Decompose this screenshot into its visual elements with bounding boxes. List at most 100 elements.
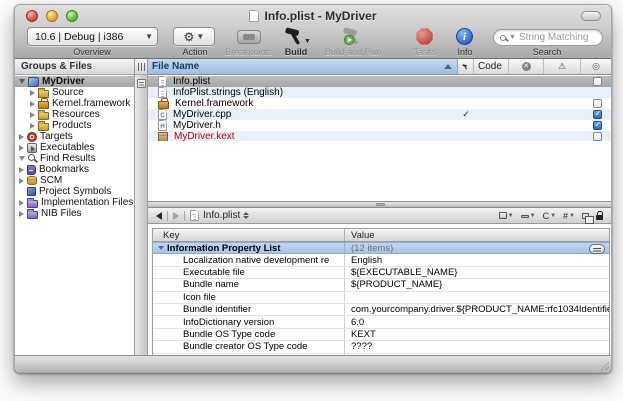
sidebar-item-find-results[interactable]: Find Results [15,153,134,164]
resize-grip[interactable] [598,359,609,370]
plist-row[interactable]: Executable file ${EXECUTABLE_NAME} [153,267,609,279]
column-toggle-icon[interactable] [138,63,145,71]
column-header-target[interactable]: ◎ [581,59,611,74]
sidebar-item-targets[interactable]: Targets [15,131,134,142]
sidebar-item-source[interactable]: Source [15,87,134,98]
disclosure-triangle-icon[interactable] [19,178,24,184]
sidebar-item-label: Products [52,120,91,131]
bookmarks-menu-button[interactable]: ▼ [499,212,514,219]
window-chrome: Info.plist - MyDriver 10.6 | Debug | i38… [15,5,611,59]
plist-value[interactable]: ???? [351,341,372,352]
minimize-button[interactable] [46,10,58,22]
breakpoints-icon[interactable] [237,30,261,44]
column-header-value[interactable]: Value [345,229,609,241]
plist-row-root[interactable]: Information Property List (12 items) [153,242,609,254]
column-header-code[interactable]: Code [474,59,509,74]
plist-value[interactable]: com.yourcompany.driver.${PRODUCT_NAME:rf… [351,304,609,315]
sidebar-item-resources[interactable]: Resources [15,109,134,120]
title-bar[interactable]: Info.plist - MyDriver [15,5,611,26]
file-row-infoplist-strings[interactable]: InfoPlist.strings (English) [148,87,611,98]
toolbar-toggle-pill[interactable] [581,11,601,21]
lock-icon[interactable] [596,215,603,220]
build-and-run-icon[interactable] [341,26,365,47]
file-row-mydriver-cpp[interactable]: MyDriver.cpp ✓ [148,109,611,120]
disclosure-triangle-icon[interactable] [158,246,164,250]
zoom-button[interactable] [66,10,78,22]
disclosure-triangle-icon[interactable] [19,156,25,161]
plist-row[interactable]: Bundle OS Type code KEXT [153,329,609,341]
detail-menu-icon[interactable] [137,79,146,88]
column-header-key[interactable]: Key [153,229,345,241]
target-checkbox[interactable] [593,132,602,141]
sidebar-item-label: NIB Files [41,208,82,219]
plist-row[interactable]: Localization native development re Engli… [153,254,609,266]
overview-select[interactable]: 10.6 | Debug | i386 ▼ [27,27,158,46]
info-icon[interactable]: i [456,28,473,45]
disclosure-triangle-icon[interactable] [19,134,24,140]
back-button[interactable] [156,212,162,220]
splitter-dimple [376,203,385,206]
sidebar-item-kernel-framework[interactable]: Kernel.framework [15,98,134,109]
disclosure-triangle-icon[interactable] [30,123,35,129]
counterpart-icon[interactable] [582,213,589,219]
document-proxy-icon[interactable] [249,10,259,22]
close-button[interactable] [26,10,38,22]
plist-row[interactable]: Bundle creator OS Type code ???? [153,341,609,353]
forward-button[interactable] [173,212,179,220]
editor-splitter[interactable] [148,201,611,208]
action-button[interactable]: ⚙ ▼ [173,27,215,46]
file-row-kernel-framework[interactable]: Kernel.framework [148,98,611,109]
disclosure-triangle-icon[interactable] [30,90,35,96]
target-membership-icon: ◎ [592,61,600,72]
sidebar-item-label: Kernel.framework [52,98,130,109]
column-header-errors[interactable]: ✕ [509,59,544,74]
plist-value[interactable]: ${EXECUTABLE_NAME} [351,267,457,278]
sidebar-item-products[interactable]: Products [15,120,134,131]
plist-value[interactable]: KEXT [351,329,376,340]
tasks-stop-icon[interactable] [416,28,433,45]
target-checkbox[interactable] [593,77,602,86]
plist-value[interactable]: 6.0 [351,317,364,328]
sidebar-item-label: Project Symbols [39,186,111,197]
plist-value[interactable]: English [351,255,382,266]
search-input[interactable]: ▼ String Matching [493,29,603,46]
sidebar-item-executables[interactable]: Executables [15,142,134,153]
chevron-down-icon: ▼ [304,38,311,45]
plist-row[interactable]: Bundle name ${PRODUCT_NAME} [153,279,609,291]
file-name: MyDriver.h [173,120,221,131]
sidebar-splitter[interactable] [134,59,148,355]
file-row-mydriver-h[interactable]: MyDriver.h [148,120,611,131]
row-action-button[interactable] [589,244,605,254]
disclosure-triangle-icon[interactable] [19,211,24,217]
column-header-build[interactable] [458,59,474,74]
hammer-icon [462,62,469,72]
plist-value[interactable]: ${PRODUCT_NAME} [351,279,442,290]
plist-row[interactable]: InfoDictionary version 6.0 [153,316,609,328]
sidebar-item-mydriver[interactable]: MyDriver [15,76,134,87]
sidebar-item-nib-files[interactable]: NIB Files [15,208,134,219]
disclosure-triangle-icon[interactable] [19,167,24,173]
file-row-info-plist[interactable]: Info.plist [148,76,611,87]
breakpoints-menu-button[interactable]: ▼ [521,213,536,219]
plist-row[interactable]: Icon file [153,292,609,304]
disclosure-triangle-icon[interactable] [30,112,35,118]
target-checkbox[interactable] [593,110,602,119]
overview-value: 10.6 | Debug | i386 [35,31,123,43]
file-history-popup[interactable]: Info.plist [203,210,240,221]
sidebar-item-implementation-files[interactable]: Implementation Files [15,197,134,208]
class-hierarchy-menu-button[interactable]: C▼ [543,211,556,221]
column-header-file-name[interactable]: File Name [148,59,458,74]
executable-icon [27,143,37,153]
plist-row[interactable]: Bundle identifier com.yourcompany.driver… [153,304,609,316]
disclosure-triangle-icon[interactable] [30,101,35,107]
column-header-warnings[interactable]: ⚠ [544,59,581,74]
disclosure-triangle-icon[interactable] [19,145,24,151]
sidebar-item-bookmarks[interactable]: Bookmarks [15,164,134,175]
target-checkbox[interactable] [593,121,602,130]
target-checkbox[interactable] [593,99,602,108]
symbols-menu-button[interactable]: #▼ [563,211,575,221]
sidebar-item-project-symbols[interactable]: Project Symbols [15,186,134,197]
sidebar-item-scm[interactable]: SCM [15,175,134,186]
disclosure-triangle-icon[interactable] [19,200,24,206]
disclosure-triangle-icon[interactable] [19,79,25,84]
